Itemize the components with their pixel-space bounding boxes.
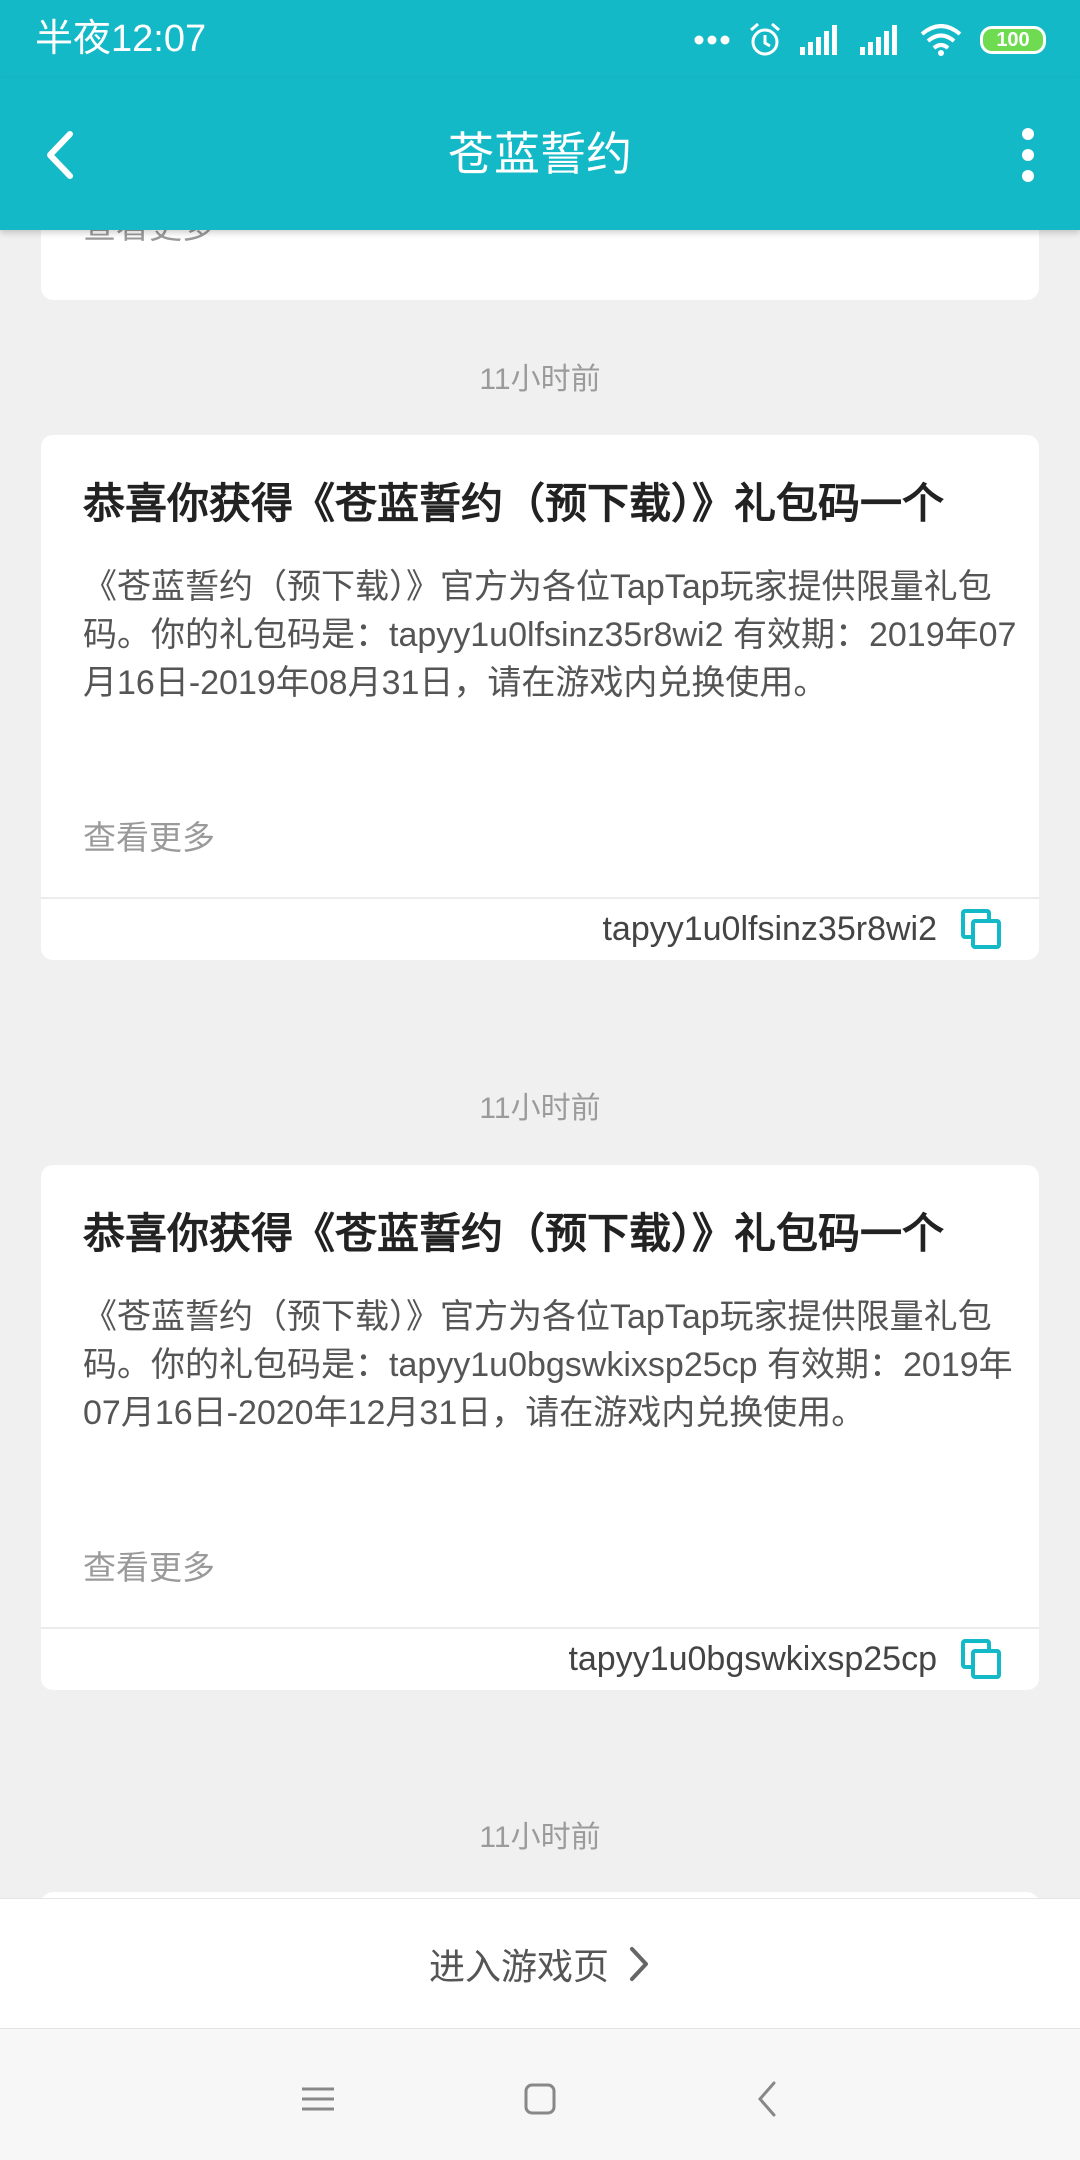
copy-icon[interactable] — [959, 1637, 1003, 1681]
timestamp: 11小时前 — [479, 363, 601, 396]
notification-title: 恭喜你获得《苍蓝誓约（预下载）》礼包码一个 — [83, 1210, 945, 1257]
notification-card[interactable]: 恭喜你获得《苍蓝誓约（预下载）》礼包码一个 《苍蓝誓约（预下载）》官方为各位Ta… — [41, 435, 1039, 960]
battery-level: 100 — [996, 28, 1030, 51]
status-icons: 100 — [694, 18, 1046, 62]
notification-card[interactable]: 恭喜你获得《苍蓝誓约（预下载）》礼包码一个 《苍蓝誓约（预下载）》官方为各位Ta… — [41, 1165, 1039, 1690]
more-options-button[interactable] — [1000, 120, 1056, 190]
status-bar: 半夜12:07 100 — [0, 0, 1080, 78]
more-vertical-icon — [1022, 128, 1034, 182]
gift-code-row: tapyy1u0bgswkixsp25cp — [568, 1635, 1003, 1683]
card-divider — [41, 1627, 1039, 1629]
notification-card-partial[interactable]: 查看更多 — [41, 230, 1039, 300]
signal-icon-2 — [860, 25, 897, 55]
menu-button[interactable] — [288, 2069, 348, 2129]
notification-body: 《苍蓝誓约（预下载）》官方为各位TapTap玩家提供限量礼包码。你的礼包码是：t… — [83, 1298, 1013, 1432]
back-triangle-icon — [758, 2081, 776, 2117]
alarm-icon — [750, 22, 780, 56]
timestamp: 11小时前 — [479, 1092, 601, 1125]
status-time: 半夜12:07 — [35, 18, 207, 60]
battery-icon: 100 — [980, 26, 1046, 54]
notification-title: 恭喜你获得《苍蓝誓约（预下载）》礼包码一个 — [83, 480, 945, 527]
copy-icon[interactable] — [959, 907, 1003, 951]
system-nav-bar — [0, 2028, 1080, 2160]
gift-code: tapyy1u0bgswkixsp25cp — [568, 1640, 937, 1678]
card-divider — [41, 897, 1039, 899]
notification-body: 《苍蓝誓约（预下载）》官方为各位TapTap玩家提供限量礼包码。你的礼包码是：t… — [83, 568, 1017, 702]
home-button[interactable] — [510, 2069, 570, 2129]
menu-icon — [302, 2087, 334, 2111]
app-bar: 苍蓝誓约 — [0, 78, 1080, 230]
notification-feed[interactable]: 查看更多 11小时前 恭喜你获得《苍蓝誓约（预下载）》礼包码一个 《苍蓝誓约（预… — [0, 230, 1080, 1898]
see-more-link[interactable]: 查看更多 — [83, 815, 215, 861]
chevron-right-icon — [630, 1946, 648, 1981]
signal-icon — [800, 25, 837, 55]
gift-code-row: tapyy1u0lfsinz35r8wi2 — [602, 905, 1003, 953]
enter-game-page-button[interactable]: 进入游戏页 — [0, 1898, 1080, 2028]
gift-code: tapyy1u0lfsinz35r8wi2 — [602, 910, 937, 948]
wifi-icon — [920, 24, 962, 56]
system-back-button[interactable] — [738, 2069, 798, 2129]
more-dots-icon — [694, 35, 730, 45]
see-more-link[interactable]: 查看更多 — [83, 1545, 215, 1591]
page-title: 苍蓝誓约 — [448, 128, 632, 180]
enter-game-page-label: 进入游戏页 — [428, 1945, 609, 1987]
timestamp: 11小时前 — [479, 1821, 601, 1854]
home-square-icon — [524, 2083, 556, 2115]
see-more-link[interactable]: 查看更多 — [83, 230, 215, 250]
